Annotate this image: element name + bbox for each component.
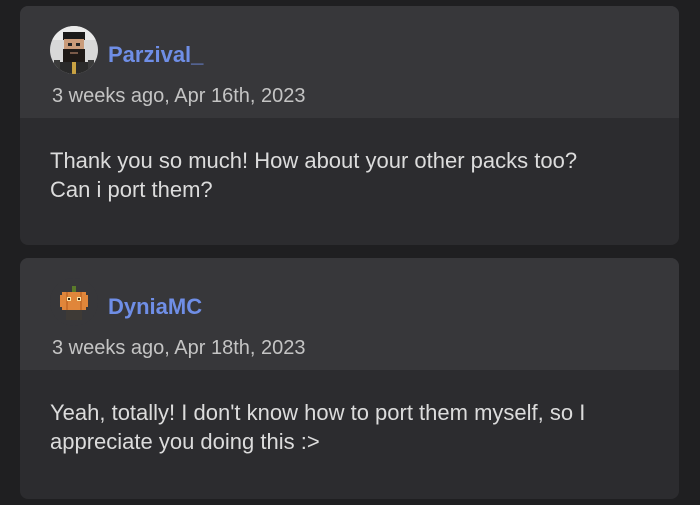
comment-header: DyniaMC 3 weeks ago, Apr 18th, 2023 [20, 258, 679, 370]
comment-text: Thank you so much! How about your other … [20, 118, 679, 204]
comment-timestamp: 3 weeks ago, Apr 16th, 2023 [52, 85, 306, 107]
user-avatar[interactable] [50, 278, 98, 326]
username-link[interactable]: DyniaMC [108, 294, 202, 320]
comment-line: appreciate you doing this :> [50, 429, 320, 454]
comment-timestamp: 3 weeks ago, Apr 18th, 2023 [52, 337, 306, 359]
comment-line: Thank you so much! How about your other … [50, 148, 578, 173]
user-avatar[interactable] [50, 26, 98, 74]
pixel-bearded-man-icon [50, 26, 98, 74]
comment-header: Parzival_ 3 weeks ago, Apr 16th, 2023 [20, 6, 679, 118]
comment-line: Can i port them? [50, 177, 213, 202]
comment-card: Parzival_ 3 weeks ago, Apr 16th, 2023 Th… [20, 6, 679, 245]
username-link[interactable]: Parzival_ [108, 42, 203, 68]
comment-thread: Parzival_ 3 weeks ago, Apr 16th, 2023 Th… [0, 0, 700, 505]
pixel-pumpkin-icon [50, 278, 98, 326]
comment-card: DyniaMC 3 weeks ago, Apr 18th, 2023 Yeah… [20, 258, 679, 499]
comment-line: Yeah, totally! I don't know how to port … [50, 400, 586, 425]
comment-text: Yeah, totally! I don't know how to port … [20, 370, 679, 456]
